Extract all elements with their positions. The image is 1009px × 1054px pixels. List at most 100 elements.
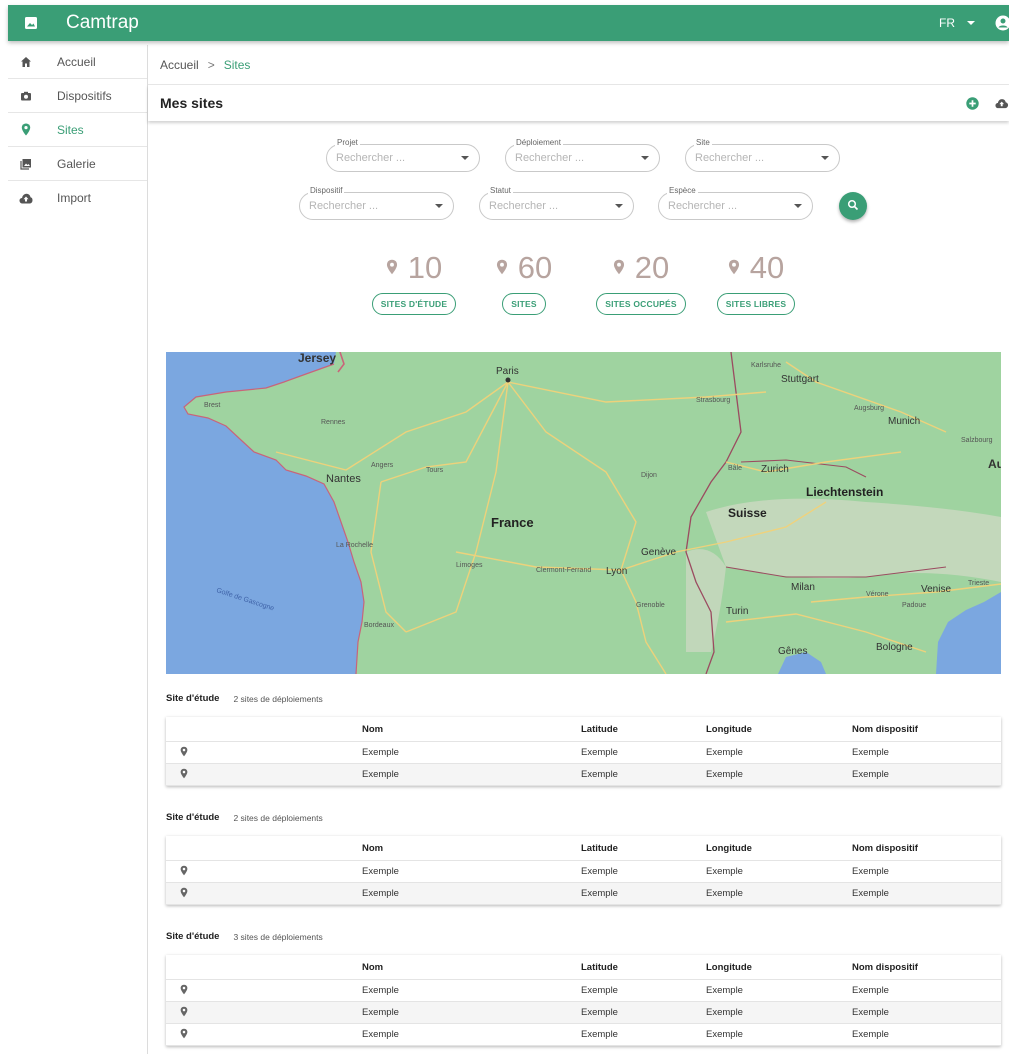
table-header-row: Nom Latitude Longitude Nom dispositif <box>166 955 1001 980</box>
account-icon[interactable] <box>995 15 1009 31</box>
table-row[interactable]: Exemple Exemple Exemple Exemple <box>166 883 1001 905</box>
study-site-title: Site d'étude <box>166 812 220 823</box>
stat-chip[interactable]: SITES <box>502 293 546 315</box>
stat-sites-occupes: 20 SITES OCCUPÉS <box>596 250 686 315</box>
chevron-down-icon <box>967 21 975 25</box>
stat-chip[interactable]: SITES OCCUPÉS <box>596 293 686 315</box>
filter-projet[interactable]: Projet Rechercher ... <box>326 138 480 172</box>
map-pin-icon <box>386 259 398 278</box>
chevron-down-icon[interactable] <box>461 156 469 160</box>
map-label: Bâle <box>728 465 742 472</box>
column-header-nom[interactable]: Nom <box>362 962 581 973</box>
cell-longitude: Exemple <box>706 769 743 780</box>
filter-site[interactable]: Site Rechercher ... <box>685 138 840 172</box>
column-header-longitude[interactable]: Longitude <box>706 962 852 973</box>
sidebar-item-label: Accueil <box>57 54 96 69</box>
map-pin-icon <box>19 123 33 137</box>
cell-longitude: Exemple <box>706 1029 743 1040</box>
search-button[interactable] <box>839 192 867 220</box>
map-label: Trieste <box>968 580 989 587</box>
map-pin-icon <box>180 887 188 901</box>
breadcrumb-home[interactable]: Accueil <box>160 58 199 72</box>
filter-deploiement[interactable]: Déploiement Rechercher ... <box>505 138 660 172</box>
filter-label: Statut <box>488 186 513 195</box>
map-pin-icon <box>180 1028 188 1042</box>
chevron-down-icon[interactable] <box>641 156 649 160</box>
sidebar-item-galerie[interactable]: Galerie <box>8 147 147 181</box>
cell-latitude: Exemple <box>581 1029 618 1040</box>
sidebar-item-accueil[interactable]: Accueil <box>8 45 147 79</box>
filter-espece[interactable]: Espèce Rechercher ... <box>658 186 813 220</box>
filter-input[interactable]: Rechercher ... <box>695 152 821 164</box>
column-header-longitude[interactable]: Longitude <box>706 724 852 735</box>
map-label: Bordeaux <box>364 622 394 629</box>
column-header-nom[interactable]: Nom <box>362 724 581 735</box>
filter-label: Espèce <box>667 186 698 195</box>
stat-sites: 60 SITES <box>484 250 564 315</box>
table-row[interactable]: Exemple Exemple Exemple Exemple <box>166 980 1001 1002</box>
map-label: Gênes <box>778 646 807 657</box>
sidebar-item-label: Dispositifs <box>57 88 112 103</box>
cell-nom-dispositif: Exemple <box>852 1029 889 1040</box>
map-pin-icon <box>728 259 740 278</box>
table-row[interactable]: Exemple Exemple Exemple Exemple <box>166 764 1001 786</box>
map-pin-icon <box>180 865 188 879</box>
add-site-button[interactable] <box>965 96 979 110</box>
map-label: France <box>491 515 534 530</box>
chevron-down-icon[interactable] <box>615 204 623 208</box>
filter-input[interactable]: Rechercher ... <box>489 200 615 212</box>
column-header-nom[interactable]: Nom <box>362 843 581 854</box>
table-row[interactable]: Exemple Exemple Exemple Exemple <box>166 861 1001 883</box>
filter-label: Site <box>694 138 712 147</box>
cell-nom: Exemple <box>362 1029 399 1040</box>
column-header-nom-dispositif[interactable]: Nom dispositif <box>852 962 1001 973</box>
chevron-down-icon[interactable] <box>821 156 829 160</box>
filter-statut[interactable]: Statut Rechercher ... <box>479 186 634 220</box>
table-row[interactable]: Exemple Exemple Exemple Exemple <box>166 1002 1001 1024</box>
sidebar-item-label: Sites <box>57 122 84 137</box>
sidebar-item-label: Galerie <box>57 156 96 171</box>
map-canvas[interactable]: Jersey Paris Brest Rennes Nantes Angers … <box>166 352 1001 674</box>
study-site-count: 2 sites de déploiements <box>233 693 323 704</box>
sidebar-item-dispositifs[interactable]: Dispositifs <box>8 79 147 113</box>
map-label: Strasbourg <box>696 397 730 404</box>
column-header-latitude[interactable]: Latitude <box>581 962 706 973</box>
map-label: Lyon <box>606 566 627 577</box>
table-header-row: Nom Latitude Longitude Nom dispositif <box>166 836 1001 861</box>
cell-nom-dispositif: Exemple <box>852 866 889 877</box>
gallery-icon <box>19 157 33 171</box>
breadcrumb-current: Sites <box>223 57 251 72</box>
column-header-nom-dispositif[interactable]: Nom dispositif <box>852 843 1001 854</box>
map-label: La Rochelle <box>336 542 373 549</box>
cloud-upload-icon[interactable] <box>995 96 1009 110</box>
map-label: Rennes <box>321 419 346 426</box>
chevron-down-icon[interactable] <box>794 204 802 208</box>
chevron-down-icon[interactable] <box>435 204 443 208</box>
map-label: Limoges <box>456 562 483 569</box>
cell-longitude: Exemple <box>706 888 743 899</box>
cell-nom: Exemple <box>362 747 399 758</box>
column-header-nom-dispositif[interactable]: Nom dispositif <box>852 724 1001 735</box>
column-header-latitude[interactable]: Latitude <box>581 843 706 854</box>
stat-value: 60 <box>517 250 553 285</box>
sidebar-item-sites[interactable]: Sites <box>8 113 147 147</box>
column-header-longitude[interactable]: Longitude <box>706 843 852 854</box>
sites-map[interactable]: Jersey Paris Brest Rennes Nantes Angers … <box>166 352 1001 674</box>
column-header-latitude[interactable]: Latitude <box>581 724 706 735</box>
sidebar-item-import[interactable]: Import <box>8 181 147 215</box>
cell-longitude: Exemple <box>706 866 743 877</box>
filter-input[interactable]: Rechercher ... <box>309 200 435 212</box>
filter-dispositif[interactable]: Dispositif Rechercher ... <box>299 186 454 220</box>
image-icon[interactable] <box>21 13 41 33</box>
map-label: Liechtenstein <box>806 485 883 499</box>
language-selector[interactable]: FR <box>939 16 975 30</box>
app-title[interactable]: Camtrap <box>66 12 139 34</box>
filter-input[interactable]: Rechercher ... <box>515 152 641 164</box>
table-row[interactable]: Exemple Exemple Exemple Exemple <box>166 1024 1001 1046</box>
filter-input[interactable]: Rechercher ... <box>668 200 794 212</box>
stat-chip[interactable]: SITES D'ÉTUDE <box>371 293 457 315</box>
stat-chip[interactable]: SITES LIBRES <box>716 293 796 315</box>
table-row[interactable]: Exemple Exemple Exemple Exemple <box>166 742 1001 764</box>
filter-input[interactable]: Rechercher ... <box>336 152 461 164</box>
cell-nom: Exemple <box>362 769 399 780</box>
